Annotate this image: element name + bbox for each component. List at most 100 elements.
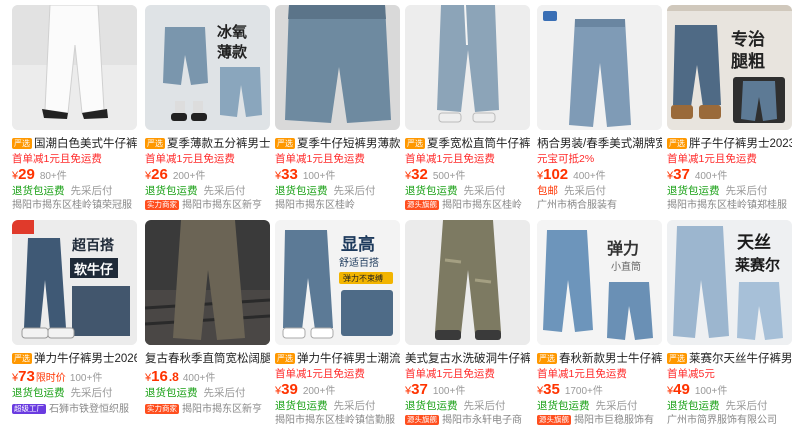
svg-text:弹力: 弹力 <box>607 239 639 258</box>
product-card[interactable]: 弹力 小直筒 严选春秋新款男士牛仔裤弹 首单减1元且免运费 ¥351700+件 … <box>537 215 662 427</box>
product-card[interactable]: 复古春秋季直筒宽松阔腿纯 ¥16.8 400+件 退货包运费 先采后付 实力商家 揭阳… <box>145 215 270 427</box>
product-card[interactable]: 严选国潮白色美式牛仔裤男 首单减1元且免运费 ¥2980+件 退货包运费先采后付… <box>12 0 137 212</box>
product-title[interactable]: 严选弹力牛仔裤男士潮流韩 <box>275 351 400 367</box>
product-title[interactable]: 严选莱赛尔天丝牛仔裤男款 <box>667 351 792 367</box>
product-image[interactable]: 显高 舒适百搭 弹力不束缚 <box>275 220 400 345</box>
svg-text:薄款: 薄款 <box>217 43 248 61</box>
sold-count: 200+件 <box>302 386 336 397</box>
sold-count: 400+件 <box>694 171 728 182</box>
svg-text:冰氧: 冰氧 <box>217 23 247 41</box>
product-card[interactable]: 柄合男装/春季美式潮牌宽 元宝可抵2% ¥102 400+件 包邮 先采后付 广州市… <box>537 0 662 212</box>
price: 33 <box>281 166 298 183</box>
product-image[interactable] <box>405 5 530 130</box>
price: 39 <box>281 381 298 398</box>
price: 49 <box>673 381 690 398</box>
service-row: 退货包运费 先采后付 <box>12 387 113 399</box>
service-row: 退货包运费 先采后付 <box>145 387 246 399</box>
price-row: ¥33 100+件 <box>275 166 336 183</box>
sold-count: 100+件 <box>302 171 336 182</box>
product-image[interactable]: 超百搭 软牛仔 <box>12 220 137 345</box>
product-image[interactable] <box>275 5 400 130</box>
price: 35 <box>543 381 560 398</box>
price: 73 <box>18 368 35 385</box>
product-title[interactable]: 复古春秋季直筒宽松阔腿纯 <box>145 351 270 367</box>
sold-count: 400+件 <box>182 373 216 384</box>
product-image[interactable] <box>145 220 270 345</box>
price-row: ¥73限时价 100+件 <box>12 368 103 385</box>
sold-count: 100+件 <box>432 386 466 397</box>
store-name[interactable]: 揭阳市揭东区桂岭镇荣冠服 <box>12 199 137 212</box>
sold-count: 400+件 <box>573 171 606 182</box>
price-row: ¥39 200+件 <box>275 381 336 398</box>
product-title[interactable]: 严选胖子牛仔裤男士2023年 <box>667 136 792 152</box>
price: 102 <box>543 166 569 183</box>
product-title[interactable]: 严选春秋新款男士牛仔裤弹 <box>537 351 662 367</box>
service-row: 退货包运费 先采后付 <box>275 400 376 412</box>
store-name[interactable]: 揭阳市揭东区桂岭镇信勤服 <box>275 414 400 427</box>
service-row: 退货包运费 先采后付 <box>405 185 506 197</box>
price-row: ¥102 400+件 <box>537 166 606 183</box>
product-title[interactable]: 严选夏季牛仔短裤男薄款中 <box>275 136 400 152</box>
price-row: ¥37 400+件 <box>667 166 728 183</box>
store-name[interactable]: 揭阳市揭东区桂岭镇郑桂服 <box>667 199 792 212</box>
store-name[interactable]: 源头旗舰 揭阳市揭东区桂岭 <box>405 199 530 212</box>
product-image[interactable] <box>537 5 662 130</box>
service-row: 退货包运费 先采后付 <box>145 185 246 197</box>
store-name[interactable]: 超级工厂 石狮市铁登恒织服 <box>12 403 137 416</box>
store-badge: 源头旗舰 <box>405 415 439 425</box>
product-image[interactable]: 弹力 小直筒 <box>537 220 662 345</box>
product-card[interactable]: 严选夏季宽松直筒牛仔裤男 首单减1元且免运费 ¥32500+件 退货包运费先采后… <box>405 0 530 212</box>
price-row: ¥37 100+件 <box>405 381 466 398</box>
sold-count: 500+件 <box>432 171 466 182</box>
service-row: 包邮 先采后付 <box>537 185 606 197</box>
product-title[interactable]: 柄合男装/春季美式潮牌宽 <box>537 136 662 152</box>
store-name[interactable]: 实力商家 揭阳市揭东区新亨 <box>145 199 270 212</box>
price-row: ¥35 1700+件 <box>537 381 603 398</box>
price-row: ¥32 500+件 <box>405 166 466 183</box>
product-card[interactable]: 专治 腿粗 严选胖子牛仔裤男士2023年 首单减1元且免运费 ¥37400+件 … <box>667 0 792 212</box>
store-name[interactable]: 广州市简界服饰有限公司 <box>667 414 792 427</box>
price: 29 <box>18 166 35 183</box>
product-title[interactable]: 严选弹力牛仔裤男士2026年 <box>12 351 137 367</box>
store-name[interactable]: 源头旗舰 揭阳市永轩电子商 <box>405 414 530 427</box>
product-image[interactable]: 冰氧 薄款 <box>145 5 270 130</box>
product-title[interactable]: 严选夏季薄款五分裤男士牛 <box>145 136 270 152</box>
store-badge: 实力商家 <box>145 404 179 414</box>
svg-text:弹力不束缚: 弹力不束缚 <box>343 273 383 283</box>
store-badge: 实力商家 <box>145 200 179 210</box>
sold-count: 80+件 <box>39 171 67 182</box>
svg-text:专治: 专治 <box>731 29 765 50</box>
price: 37 <box>673 166 690 183</box>
service-row: 退货包运费 先采后付 <box>667 185 768 197</box>
product-title[interactable]: 严选夏季宽松直筒牛仔裤男 <box>405 136 530 152</box>
product-title[interactable]: 美式复古水洗破洞牛仔裤男 <box>405 351 530 367</box>
product-card[interactable]: 超百搭 软牛仔 严选弹力牛仔裤男士2026年 ¥73限时价100+件 退货包运费… <box>12 215 137 427</box>
store-name[interactable]: 源头旗舰 揭阳市巨稳服饰有 <box>537 414 662 427</box>
product-image[interactable]: 天丝 莱赛尔 <box>667 220 792 345</box>
product-card[interactable]: 严选夏季牛仔短裤男薄款中 首单减1元且免运费 ¥33100+件 退货包运费先采后… <box>275 0 400 212</box>
product-card[interactable]: 冰氧 薄款 严选夏季薄款五分裤男士牛 首单减1元且免运费 ¥26200+件 退货… <box>145 0 270 212</box>
product-card[interactable]: 显高 舒适百搭 弹力不束缚 严选弹力牛仔裤男士潮流韩 首单减1元且免运费 ¥39… <box>275 215 400 427</box>
price: 16 <box>151 368 168 385</box>
product-title[interactable]: 严选国潮白色美式牛仔裤男 <box>12 136 137 152</box>
product-image[interactable]: 专治 腿粗 <box>667 5 792 130</box>
sold-count: 200+件 <box>172 171 206 182</box>
store-name[interactable]: 广州市柄合服装有 <box>537 199 662 212</box>
sold-count: 1700+件 <box>564 386 603 397</box>
price-row: ¥16.8 400+件 <box>145 368 216 385</box>
svg-text:腿粗: 腿粗 <box>731 51 765 72</box>
store-badge: 源头旗舰 <box>405 200 439 210</box>
service-row: 退货包运费 先采后付 <box>275 185 376 197</box>
store-badge: 超级工厂 <box>12 404 46 414</box>
store-name[interactable]: 揭阳市揭东区桂岭 <box>275 199 400 212</box>
svg-text:小直筒: 小直筒 <box>611 260 641 273</box>
product-image[interactable] <box>405 220 530 345</box>
svg-text:天丝: 天丝 <box>737 232 771 253</box>
service-row: 退货包运费 先采后付 <box>667 400 768 412</box>
product-card[interactable]: 美式复古水洗破洞牛仔裤男 首单减1元且免运费 ¥37 100+件 退货包运费 先采后… <box>405 215 530 427</box>
store-name[interactable]: 实力商家 揭阳市揭东区新亨 <box>145 403 270 416</box>
price-row: ¥29 80+件 <box>12 166 67 183</box>
product-card[interactable]: 天丝 莱赛尔 严选莱赛尔天丝牛仔裤男款 首单减5元 ¥49100+件 退货包运费… <box>667 215 792 427</box>
product-image[interactable] <box>12 5 137 130</box>
svg-text:莱赛尔: 莱赛尔 <box>735 256 780 274</box>
